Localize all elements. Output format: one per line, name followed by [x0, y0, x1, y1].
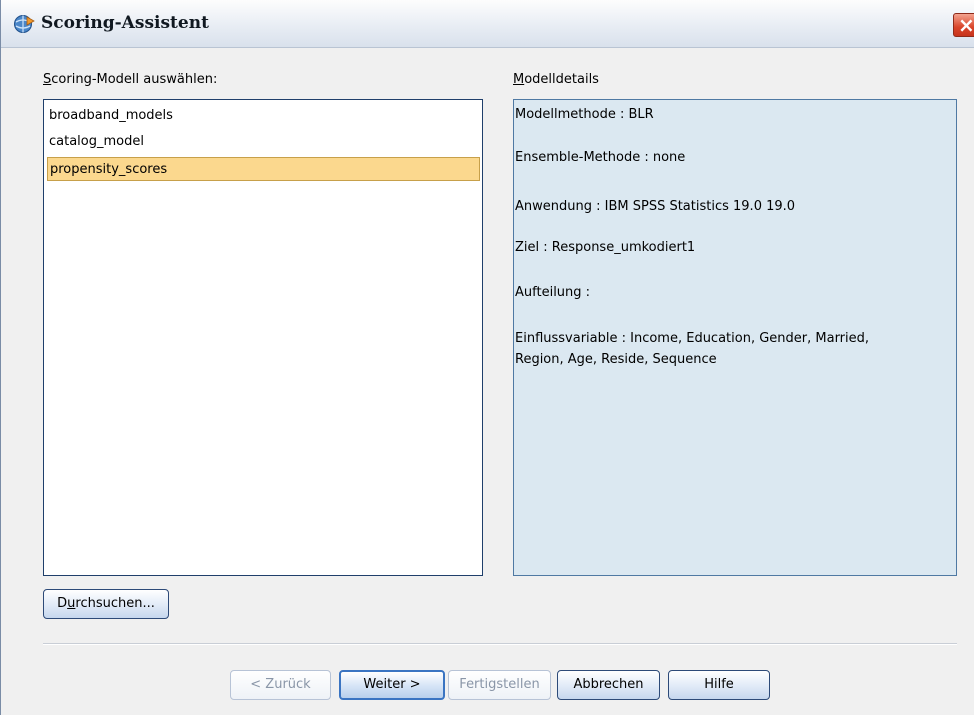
window-title: Scoring-Assistent: [41, 13, 209, 33]
footer-divider: [43, 643, 957, 645]
detail-ensemble-method: Ensemble-Methode : none: [515, 150, 686, 165]
close-button[interactable]: ×: [953, 13, 974, 37]
cancel-button[interactable]: Abbrechen: [557, 670, 660, 700]
back-button[interactable]: < Zurück: [230, 670, 331, 700]
model-details-panel: Modellmethode : BLR Ensemble-Methode : n…: [513, 99, 957, 576]
list-item-propensity-scores[interactable]: propensity_scores: [47, 157, 480, 181]
detail-model-method: Modellmethode : BLR: [515, 107, 654, 122]
detail-target: Ziel : Response_umkodiert1: [515, 240, 696, 255]
close-icon: ×: [958, 13, 974, 37]
detail-application: Anwendung : IBM SPSS Statistics 19.0 19.…: [515, 199, 796, 214]
scoring-wizard-dialog: Scoring-Assistent × Scoring-Modell auswä…: [0, 0, 974, 715]
model-list[interactable]: broadband_models catalog_model propensit…: [43, 99, 483, 576]
title-bar[interactable]: Scoring-Assistent ×: [1, 0, 974, 48]
model-details-label: Modelldetails: [513, 72, 599, 87]
finish-button[interactable]: Fertigstellen: [448, 670, 551, 700]
scoring-wizard-icon: [13, 13, 35, 35]
list-item-broadband-models[interactable]: broadband_models: [47, 104, 480, 128]
list-item-catalog-model[interactable]: catalog_model: [47, 130, 480, 154]
detail-predictors: Einflussvariable : Income, Education, Ge…: [515, 331, 870, 346]
detail-split: Aufteilung :: [515, 285, 591, 300]
model-list-label: Scoring-Modell auswählen:: [43, 72, 218, 87]
next-button[interactable]: Weiter >: [339, 670, 445, 700]
detail-predictors-cont: Region, Age, Reside, Sequence: [515, 352, 717, 367]
browse-button[interactable]: Durchsuchen...: [43, 589, 169, 619]
help-button[interactable]: Hilfe: [668, 670, 770, 700]
